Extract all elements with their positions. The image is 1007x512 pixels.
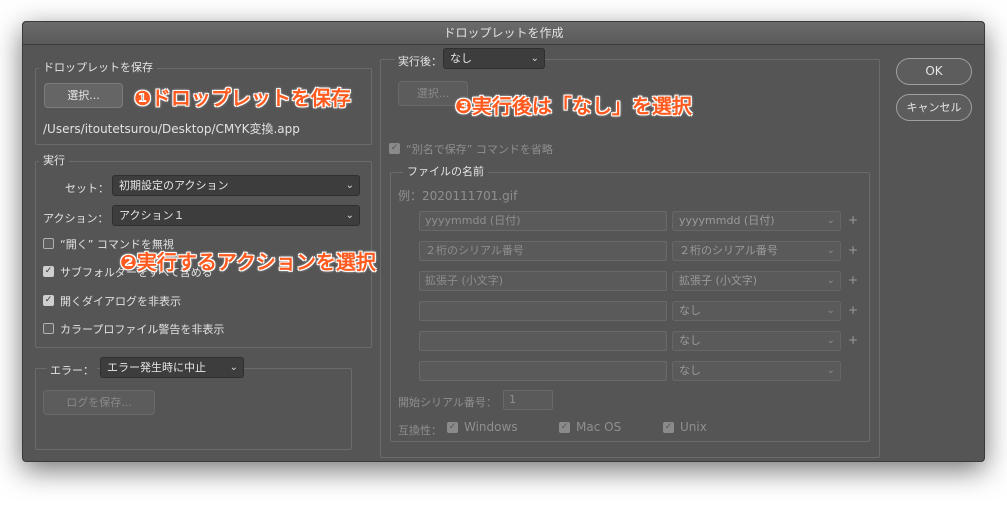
error-select[interactable]: エラー発生時に中止 ⌄ xyxy=(100,357,244,378)
serial-start-label: 開始シリアル番号： xyxy=(398,396,497,409)
compat-unix-checkbox[interactable]: ✓ xyxy=(663,422,674,433)
set-select-value: 初期設定のアクション xyxy=(119,179,229,192)
after-run-select[interactable]: なし ⌄ xyxy=(443,48,545,69)
filename-select-5-value: なし xyxy=(679,334,701,347)
chevron-down-icon: ⌄ xyxy=(345,210,354,221)
dialog-title: ドロップレットを作成 xyxy=(23,22,984,45)
filename-input-3[interactable]: 拡張子 (小文字) xyxy=(419,271,667,291)
annotation-select-action: ❷実行するアクションを選択 xyxy=(120,250,376,274)
ignore-open-checkbox[interactable] xyxy=(43,238,54,249)
annotation-save-droplet: ❶ドロップレットを保存 xyxy=(134,86,351,110)
filename-select-6[interactable]: なし ⌄ xyxy=(672,361,841,381)
action-select-value: アクション１ xyxy=(119,209,185,222)
compat-macos-label: Mac OS xyxy=(576,420,622,434)
filename-select-6-value: なし xyxy=(679,364,701,377)
file-name-example: 例：2020111701.gif xyxy=(398,189,518,203)
filename-input-6[interactable] xyxy=(419,361,667,381)
compat-unix-label: Unix xyxy=(680,420,707,434)
filename-select-4-value: なし xyxy=(679,304,701,317)
after-run-label: 実行後： xyxy=(395,53,445,69)
chevron-down-icon: ⌄ xyxy=(530,53,539,64)
suppress-profile-warning-label: カラープロファイル警告を非表示 xyxy=(60,323,225,336)
chevron-down-icon: ⌄ xyxy=(826,365,835,376)
filename-select-5[interactable]: なし ⌄ xyxy=(672,331,841,351)
filename-select-3-value: 拡張子 (小文字) xyxy=(679,274,758,287)
ok-button[interactable]: OK xyxy=(896,58,972,85)
compat-windows-checkbox[interactable]: ✓ xyxy=(447,422,458,433)
filename-input-1[interactable]: yyyymmdd (日付) xyxy=(419,211,667,231)
include-subfolders-checkbox[interactable]: ✓ xyxy=(43,266,54,277)
add-row-icon[interactable]: + xyxy=(848,273,858,287)
add-row-icon[interactable]: + xyxy=(848,213,858,227)
chevron-down-icon: ⌄ xyxy=(826,275,835,286)
cancel-button[interactable]: キャンセル xyxy=(896,94,972,121)
filename-select-2[interactable]: ２桁のシリアル番号 ⌄ xyxy=(672,241,841,261)
run-legend: 実行 xyxy=(39,154,69,168)
set-label: セット： xyxy=(65,182,109,195)
save-choose-button[interactable]: 選択... xyxy=(44,83,123,108)
after-run-select-value: なし xyxy=(450,52,472,65)
chevron-down-icon: ⌄ xyxy=(345,180,354,191)
filename-select-3[interactable]: 拡張子 (小文字) ⌄ xyxy=(672,271,841,291)
override-save-as-label: “別名で保存” コマンドを省略 xyxy=(406,143,553,156)
add-row-icon[interactable]: + xyxy=(848,303,858,317)
override-save-as-checkbox[interactable]: ✓ xyxy=(389,143,400,154)
chevron-down-icon: ⌄ xyxy=(826,245,835,256)
suppress-open-dialog-checkbox[interactable]: ✓ xyxy=(43,295,54,306)
filename-input-5[interactable] xyxy=(419,331,667,351)
error-label: エラー： xyxy=(47,362,97,378)
filename-select-1-value: yyyymmdd (日付) xyxy=(679,214,775,227)
chevron-down-icon: ⌄ xyxy=(826,305,835,316)
chevron-down-icon: ⌄ xyxy=(229,362,238,373)
save-log-button[interactable]: ログを保存... xyxy=(43,390,155,415)
compat-macos-checkbox[interactable]: ✓ xyxy=(559,422,570,433)
chevron-down-icon: ⌄ xyxy=(826,215,835,226)
compat-label: 互換性： xyxy=(398,424,442,437)
file-name-legend: ファイルの名前 xyxy=(403,165,488,179)
add-row-icon[interactable]: + xyxy=(848,243,858,257)
action-select[interactable]: アクション１ ⌄ xyxy=(112,205,360,226)
suppress-open-dialog-label: 開くダイアログを非表示 xyxy=(60,295,181,308)
filename-select-4[interactable]: なし ⌄ xyxy=(672,301,841,321)
suppress-profile-warning-checkbox[interactable] xyxy=(43,323,54,334)
chevron-down-icon: ⌄ xyxy=(826,335,835,346)
filename-select-1[interactable]: yyyymmdd (日付) ⌄ xyxy=(672,211,841,231)
filename-select-2-value: ２桁のシリアル番号 xyxy=(679,244,778,257)
filename-input-2[interactable]: ２桁のシリアル番号 xyxy=(419,241,667,261)
droplet-path: /Users/itoutetsurou/Desktop/CMYK変換.app xyxy=(43,122,300,136)
error-select-value: エラー発生時に中止 xyxy=(107,361,206,374)
add-row-icon[interactable]: + xyxy=(848,333,858,347)
filename-input-4[interactable] xyxy=(419,301,667,321)
save-droplet-legend: ドロップレットを保存 xyxy=(39,61,157,75)
serial-start-input[interactable]: 1 xyxy=(503,390,553,410)
compat-windows-label: Windows xyxy=(464,420,518,434)
set-select[interactable]: 初期設定のアクション ⌄ xyxy=(112,175,360,196)
action-label: アクション： xyxy=(43,212,109,225)
annotation-after-run: ❸実行後は「なし」を選択 xyxy=(455,94,692,118)
